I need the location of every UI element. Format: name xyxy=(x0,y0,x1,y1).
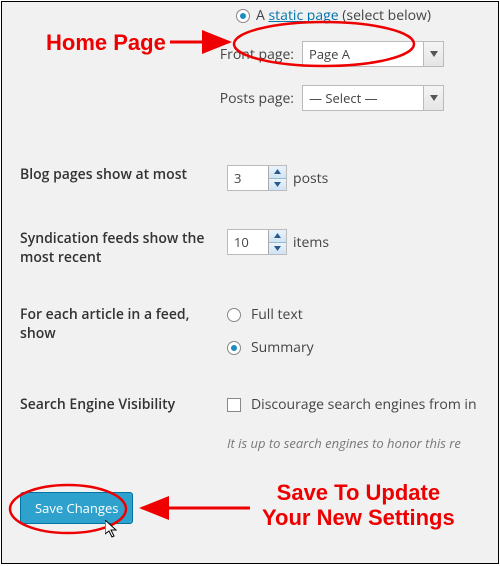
blog-pages-value: 3 xyxy=(228,166,268,190)
save-changes-button[interactable]: Save Changes xyxy=(20,492,133,524)
radio-static-page[interactable] xyxy=(236,9,250,23)
feed-show-label: For each article in a feed, show xyxy=(2,305,227,343)
front-page-select[interactable]: Page A xyxy=(302,41,444,67)
front-page-label: Front page: xyxy=(2,45,302,64)
blog-pages-unit: posts xyxy=(293,169,328,188)
syndication-input[interactable]: 10 xyxy=(227,229,287,255)
posts-page-label: Posts page: xyxy=(2,89,302,108)
blog-pages-row: Blog pages show at most 3 posts xyxy=(2,157,498,199)
spinner-up-icon[interactable] xyxy=(269,230,286,243)
static-page-prefix: A xyxy=(256,6,269,25)
blog-pages-input[interactable]: 3 xyxy=(227,165,287,191)
dropdown-arrow-icon xyxy=(423,42,443,66)
front-page-row: Front page: Page A xyxy=(2,37,498,71)
feed-summary-option[interactable]: Summary xyxy=(227,338,314,357)
spinner-down-icon[interactable] xyxy=(269,243,286,255)
feed-full-text-label: Full text xyxy=(251,305,303,324)
syndication-unit: items xyxy=(293,233,329,252)
sev-checkbox-label: Discourage search engines from in xyxy=(251,395,477,414)
front-page-displays-static-option: A static page (select below) xyxy=(2,4,498,37)
sev-hint: It is up to search engines to honor this… xyxy=(227,420,461,452)
sev-label: Search Engine Visibility xyxy=(2,395,227,414)
sev-row: Search Engine Visibility Discourage sear… xyxy=(2,387,498,460)
radio-full-text[interactable] xyxy=(227,308,241,322)
syndication-value: 10 xyxy=(228,230,268,254)
blog-pages-label: Blog pages show at most xyxy=(2,165,227,184)
syndication-row: Syndication feeds show the most recent 1… xyxy=(2,221,498,275)
feed-summary-label: Summary xyxy=(251,338,314,357)
posts-page-select[interactable]: — Select — xyxy=(302,85,444,111)
sev-checkbox[interactable] xyxy=(227,398,241,412)
syndication-label: Syndication feeds show the most recent xyxy=(2,229,227,267)
static-page-suffix: (select below) xyxy=(339,6,431,25)
spinner-down-icon[interactable] xyxy=(269,179,286,191)
front-page-value: Page A xyxy=(303,42,423,66)
feed-full-text-option[interactable]: Full text xyxy=(227,305,314,324)
static-page-link[interactable]: static page xyxy=(269,6,339,25)
dropdown-arrow-icon xyxy=(423,86,443,110)
posts-page-value: — Select — xyxy=(303,86,423,110)
spinner-up-icon[interactable] xyxy=(269,166,286,179)
posts-page-row: Posts page: — Select — xyxy=(2,81,498,115)
feed-show-row: For each article in a feed, show Full te… xyxy=(2,297,498,365)
radio-summary[interactable] xyxy=(227,341,241,355)
